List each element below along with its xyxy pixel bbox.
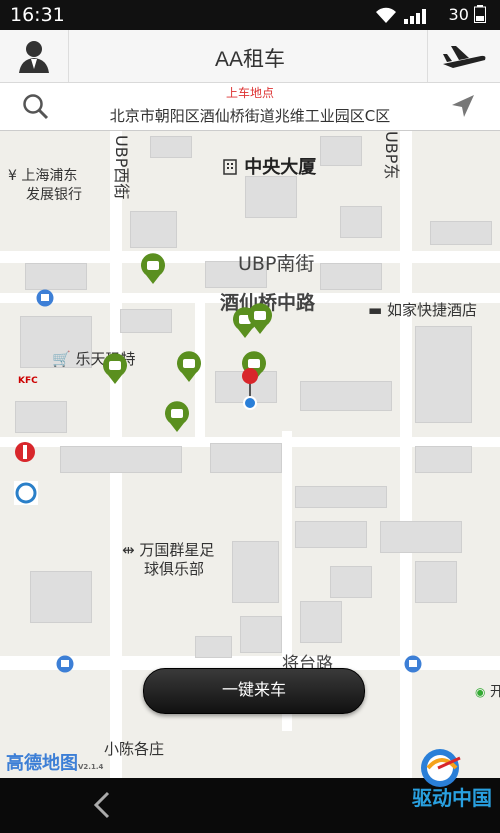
- watermark: 驱动中国: [412, 749, 492, 811]
- pickup-pin-icon[interactable]: [238, 367, 262, 411]
- pickup-bar[interactable]: 上车地点 北京市朝阳区酒仙桥街道兆维工业园区C区: [0, 83, 500, 131]
- map-block: [210, 443, 282, 473]
- battery-text: 30: [448, 5, 469, 24]
- map-label-kai: ◉ 开: [475, 681, 500, 701]
- rujia-text: 如家快捷酒店: [386, 301, 477, 319]
- kai-text: 开: [489, 684, 500, 700]
- car-marker-icon[interactable]: [247, 303, 273, 335]
- map-label-wanguo-2: 球俱乐部: [144, 560, 205, 578]
- airplane-icon: [443, 46, 486, 68]
- signal-icon: [404, 8, 430, 28]
- wifi-icon: [374, 6, 398, 28]
- map-block: [60, 446, 182, 473]
- status-bar: 16:31 30: [0, 0, 500, 30]
- map-block: [415, 326, 472, 423]
- map-block: [245, 176, 297, 218]
- map-block: [120, 309, 172, 333]
- map-block: [340, 206, 382, 238]
- status-time: 16:31: [10, 4, 65, 26]
- map-block: [415, 446, 472, 473]
- map-label-ubp-west: UBP西街: [112, 135, 131, 200]
- bank-text-1: 上海浦东: [21, 168, 78, 184]
- map-block: [232, 541, 279, 603]
- bus-stop-icon[interactable]: [56, 655, 74, 673]
- map-label-xiaochen: 小陈各庄: [104, 740, 165, 758]
- wanguo-text-1: 万国群星足: [139, 541, 215, 559]
- map-label-bank-1: ¥ 上海浦东: [8, 165, 77, 185]
- map-label-zhongyang: 中央大厦: [222, 153, 316, 179]
- zhongyang-text: 中央大厦: [244, 157, 317, 178]
- map-block: [300, 601, 342, 643]
- attribution-version: V2.1.4: [78, 763, 104, 771]
- map-block: [415, 561, 457, 603]
- call-car-button[interactable]: 一键来车: [143, 668, 365, 714]
- map-label-rujia: ▬ 如家快捷酒店: [368, 299, 477, 320]
- page-title: AA租车: [214, 48, 285, 71]
- map-block: [320, 263, 382, 290]
- map-block: [150, 136, 192, 158]
- map-block: [295, 521, 367, 548]
- attribution-text: 高德地图: [6, 753, 78, 774]
- map-block: [430, 221, 492, 245]
- cart-icon: 🛒: [52, 350, 71, 368]
- flight-button[interactable]: [427, 30, 500, 82]
- hotel-icon: ▬: [368, 301, 383, 319]
- pickup-label: 上车地点: [225, 86, 274, 100]
- map-block: [330, 566, 372, 598]
- map-label-bank-2: 发展银行: [26, 187, 82, 203]
- car-marker-icon[interactable]: [102, 353, 128, 385]
- bank-logo-icon: [14, 481, 38, 505]
- bank-logo-icon: [15, 442, 35, 462]
- bus-stop-icon[interactable]: [404, 655, 422, 673]
- map-block: [380, 521, 462, 553]
- car-marker-icon[interactable]: [140, 253, 166, 285]
- pickup-address[interactable]: 北京市朝阳区酒仙桥街道兆维工业园区C区: [60, 105, 440, 126]
- title-bar: AA租车: [0, 30, 500, 83]
- battery-level: 30: [449, 5, 486, 24]
- car-marker-icon[interactable]: [164, 401, 190, 433]
- map-block: [320, 136, 362, 166]
- back-icon[interactable]: [90, 790, 114, 824]
- map-block: [300, 381, 392, 411]
- map-block: [25, 263, 87, 290]
- car-marker-icon[interactable]: [176, 351, 202, 383]
- watermark-logo-icon: [421, 749, 461, 787]
- bank-icon: ¥: [8, 168, 17, 184]
- map-block: [30, 571, 92, 623]
- map-block: [195, 636, 232, 658]
- sports-icon: ⇹: [122, 541, 135, 559]
- building-icon: [223, 159, 237, 175]
- map-block: [130, 211, 177, 248]
- map-label-ubp-south: UBP南街: [238, 253, 315, 275]
- locate-icon[interactable]: [450, 93, 476, 123]
- battery-icon: [474, 5, 486, 23]
- map-label-ubp-east: UBP东: [382, 131, 401, 180]
- map-block: [295, 486, 387, 508]
- watermark-text: 驱动中国: [412, 786, 492, 810]
- map-block: [240, 616, 282, 653]
- map-label-wanguo-1: ⇹ 万国群星足: [122, 539, 214, 560]
- map-block: [15, 401, 67, 433]
- bus-stop-icon[interactable]: [36, 289, 54, 307]
- nav-bar: 驱动中国: [0, 749, 500, 833]
- map-label-kfc: KFC: [18, 376, 38, 386]
- map-road: [400, 131, 412, 778]
- map-attribution: 高德地图V2.1.4: [6, 749, 103, 775]
- pharmacy-icon: ◉: [475, 685, 486, 699]
